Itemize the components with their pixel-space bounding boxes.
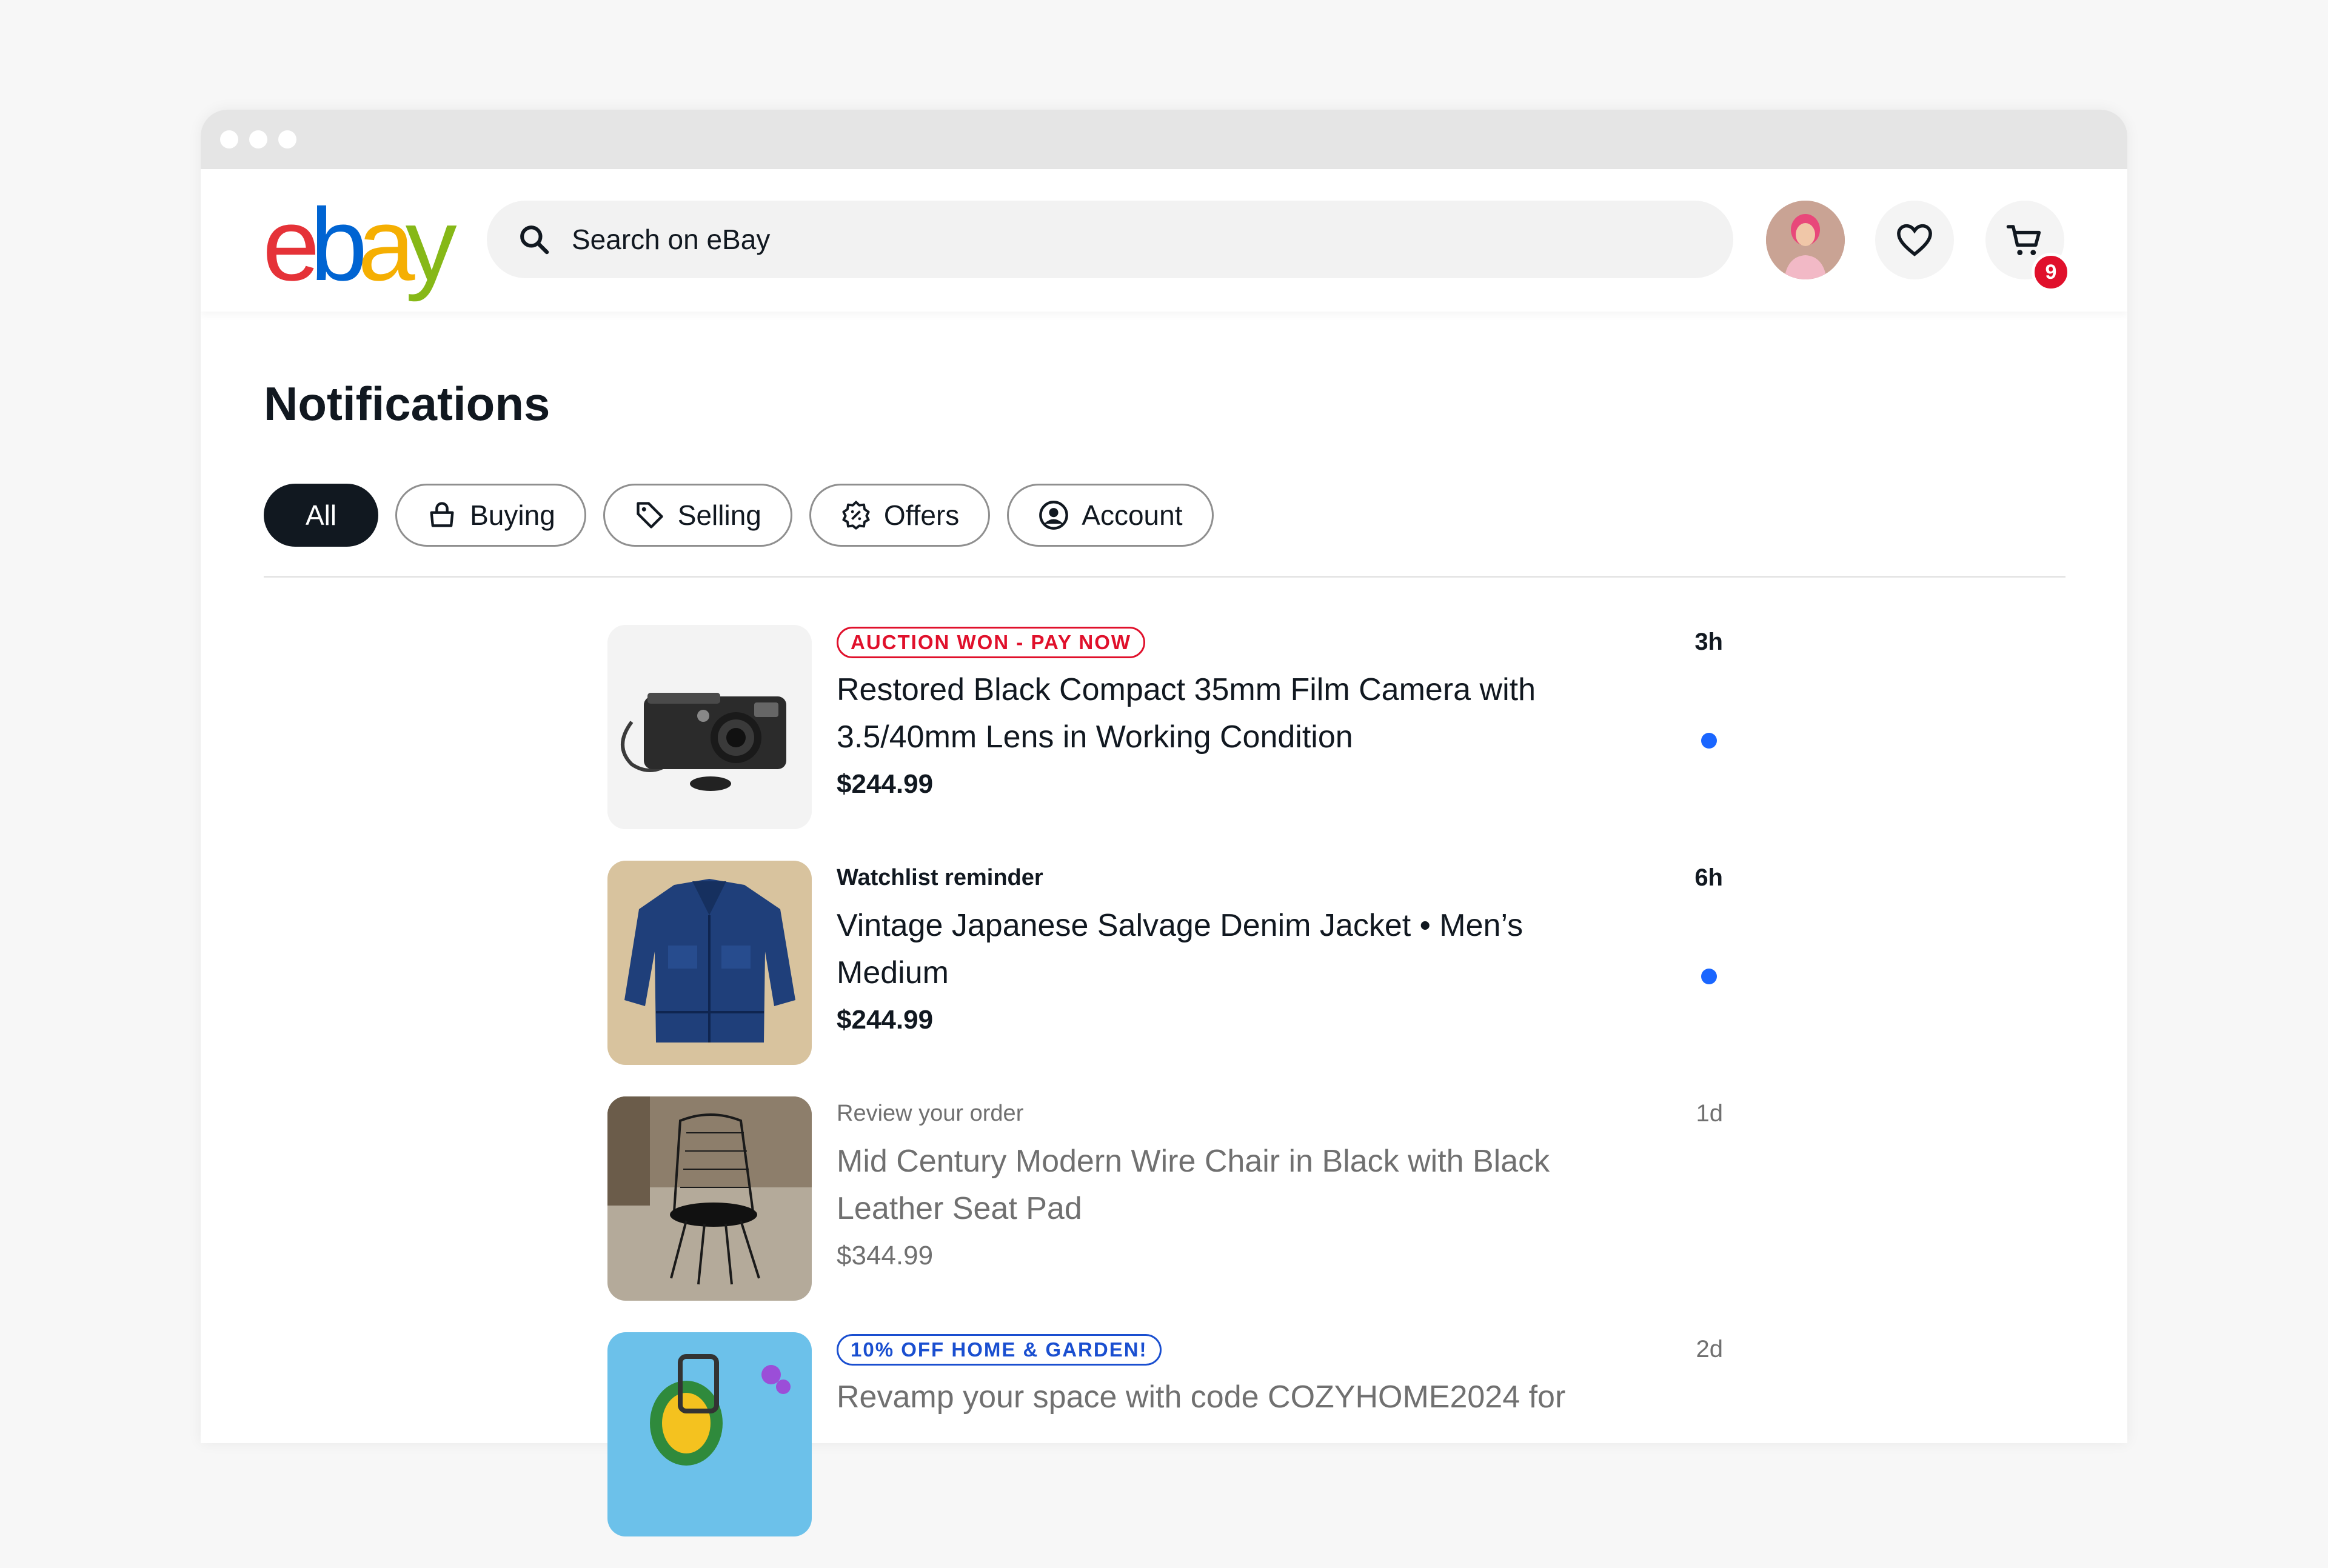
notification-item[interactable]: Review your order Mid Century Modern Wir… [607, 1096, 1723, 1332]
offer-badge-icon [842, 501, 870, 530]
unread-dot [1701, 969, 1717, 984]
section-divider [264, 576, 2065, 578]
camera-image [607, 625, 812, 829]
unread-dot [1701, 733, 1717, 749]
notification-list: AUCTION WON - PAY NOW Restored Black Com… [607, 625, 1723, 1568]
notification-content: Review your order Mid Century Modern Wir… [837, 1096, 1625, 1271]
garden-promo-image [607, 1332, 812, 1536]
notification-title[interactable]: Vintage Japanese Salvage Denim Jacket • … [837, 902, 1625, 996]
notification-eyebrow: AUCTION WON - PAY NOW [837, 625, 1625, 659]
chip-label: Offers [883, 499, 960, 531]
filter-chip-selling[interactable]: Selling [603, 484, 792, 547]
notification-price: $244.99 [837, 769, 934, 799]
notification-eyebrow: 10% OFF HOME & GARDEN! [837, 1332, 1625, 1366]
user-circle-icon [1039, 501, 1069, 530]
title-line: Vintage Japanese Salvage Denim Jacket • … [837, 908, 1524, 943]
notification-title[interactable]: Mid Century Modern Wire Chair in Black w… [837, 1138, 1625, 1232]
notification-eyebrow: Watchlist reminder [837, 865, 1043, 890]
notification-title[interactable]: Revamp your space with code COZYHOME2024… [837, 1373, 1625, 1421]
notification-time: 2d [1696, 1336, 1724, 1363]
title-line: 3.5/40mm Lens in Working Condition [837, 719, 1353, 755]
notification-time: 1d [1696, 1100, 1724, 1127]
title-line: Leather Seat Pad [837, 1191, 1082, 1226]
shopping-bag-icon [430, 502, 454, 527]
title-line: Mid Century Modern Wire Chair in Black w… [837, 1144, 1550, 1179]
notification-time: 3h [1694, 629, 1723, 655]
notification-content: 10% OFF HOME & GARDEN! Revamp your space… [837, 1332, 1625, 1421]
notification-price: $344.99 [837, 1241, 934, 1270]
page-title: Notifications [264, 377, 550, 430]
denim-jacket-image [607, 861, 812, 1065]
notification-item[interactable]: AUCTION WON - PAY NOW Restored Black Com… [607, 625, 1723, 861]
notification-content: AUCTION WON - PAY NOW Restored Black Com… [837, 625, 1625, 799]
notification-time: 6h [1694, 864, 1723, 891]
notification-item[interactable]: 10% OFF HOME & GARDEN! Revamp your space… [607, 1332, 1723, 1568]
product-image-denim-jacket[interactable] [607, 861, 812, 1065]
title-line: Restored Black Compact 35mm Film Camera … [837, 672, 1536, 707]
tag-icon [637, 502, 663, 529]
title-line: Medium [837, 955, 949, 990]
promo-badge[interactable]: 10% OFF HOME & GARDEN! [837, 1334, 1162, 1366]
promo-image-home-garden[interactable] [607, 1332, 812, 1536]
notification-item[interactable]: Watchlist reminder Vintage Japanese Salv… [607, 861, 1723, 1096]
notification-content: Watchlist reminder Vintage Japanese Salv… [837, 861, 1625, 1035]
chip-label: Account [1082, 499, 1183, 531]
filter-chips: All Buying Selling Offers Account [264, 484, 1214, 547]
title-line: Revamp your space with code COZYHOME2024… [837, 1380, 1566, 1415]
filter-chip-account[interactable]: Account [1007, 484, 1214, 547]
notification-price: $244.99 [837, 1005, 934, 1035]
notification-title[interactable]: Restored Black Compact 35mm Film Camera … [837, 666, 1625, 761]
auction-won-badge[interactable]: AUCTION WON - PAY NOW [837, 627, 1146, 658]
product-image-camera[interactable] [607, 625, 812, 829]
notification-eyebrow: Review your order [837, 1101, 1024, 1126]
chip-label: All [306, 499, 337, 531]
wire-chair-image [607, 1096, 812, 1301]
product-image-wire-chair[interactable] [607, 1096, 812, 1301]
filter-chip-offers[interactable]: Offers [809, 484, 991, 547]
chip-label: Buying [470, 499, 555, 531]
filter-chip-buying[interactable]: Buying [395, 484, 586, 547]
chip-label: Selling [677, 499, 761, 531]
filter-chip-all[interactable]: All [264, 484, 379, 547]
